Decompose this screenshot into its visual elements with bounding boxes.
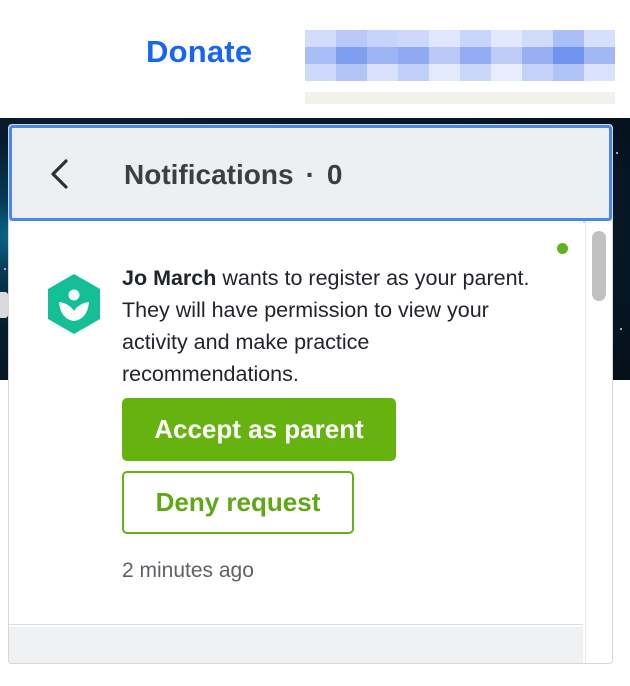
page: Donate Notifications · 0 Jo March wants … (0, 0, 630, 686)
notifications-count: 0 (326, 159, 343, 190)
banner-star (620, 328, 622, 330)
notifications-panel: Notifications · 0 Jo March wants to regist… (8, 124, 613, 664)
back-button[interactable] (42, 154, 78, 194)
scrollbar-thumb[interactable] (592, 231, 606, 301)
donate-link[interactable]: Donate (146, 34, 252, 70)
divider (9, 624, 583, 625)
notification-timestamp: 2 minutes ago (122, 559, 254, 582)
title-separator: · (305, 159, 315, 190)
banner-star (616, 152, 618, 154)
notification-message: Jo March wants to register as your paren… (122, 262, 552, 390)
unread-indicator (557, 243, 568, 254)
notification-list: Jo March wants to register as your paren… (9, 221, 583, 663)
notifications-title: Notifications (124, 159, 294, 190)
sender-name: Jo March (122, 266, 217, 290)
redacted-user-name (305, 30, 615, 110)
scrollbar[interactable] (585, 221, 612, 663)
deny-request-button[interactable]: Deny request (122, 471, 354, 534)
banner-star (4, 268, 6, 270)
chevron-left-icon (51, 159, 68, 189)
notifications-title-row: Notifications · 0 (124, 159, 342, 191)
khan-academy-logo-icon (48, 274, 100, 334)
side-handle (0, 292, 8, 318)
accept-as-parent-button[interactable]: Accept as parent (122, 398, 396, 461)
top-header: Donate (0, 0, 630, 118)
next-notification-item[interactable] (9, 627, 583, 663)
notifications-header: Notifications · 0 (9, 125, 612, 221)
